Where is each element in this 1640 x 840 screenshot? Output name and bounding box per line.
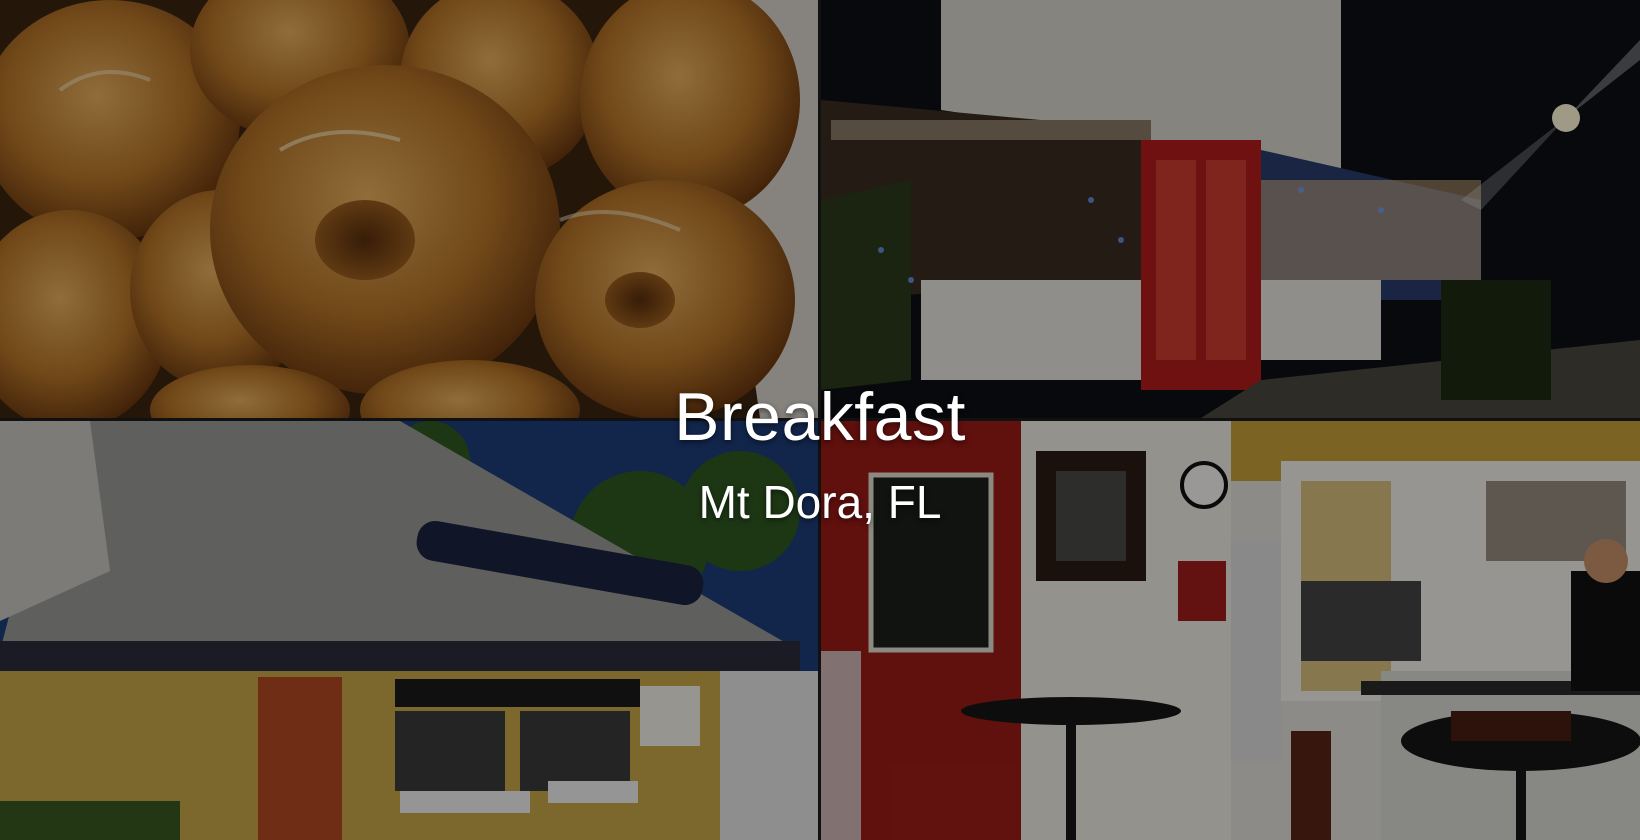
donuts-photo xyxy=(0,0,818,418)
storefront-image xyxy=(821,0,1640,418)
location-subtitle: Mt Dora, FL xyxy=(698,476,942,528)
page-title: Breakfast xyxy=(674,379,966,455)
donuts-image xyxy=(0,0,818,418)
night-storefront-photo xyxy=(821,0,1640,418)
